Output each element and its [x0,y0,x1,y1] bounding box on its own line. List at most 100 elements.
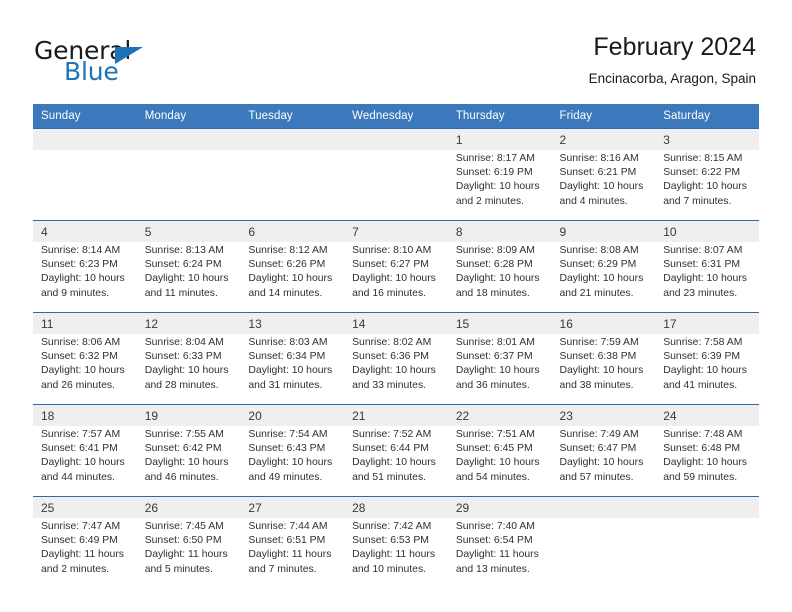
day-cell[interactable]: Sunrise: 7:45 AM Sunset: 6:50 PM Daylight:… [136,518,241,588]
day-number[interactable]: 15 [447,312,552,334]
week-info-row: Sunrise: 8:14 AM Sunset: 6:23 PM Daylight:… [33,242,759,313]
daylight-text-line1: Daylight: 10 hours [352,365,436,377]
day-number[interactable]: 5 [136,220,241,242]
daylight-text-line1: Daylight: 10 hours [248,365,333,377]
daylight-text-line2: and 54 minutes. [455,471,530,483]
day-number[interactable]: 6 [240,220,345,242]
day-number-empty [655,496,759,518]
day-number[interactable]: 4 [33,220,137,242]
day-number[interactable]: 29 [447,496,552,518]
day-number[interactable]: 28 [344,496,448,518]
day-number[interactable]: 25 [33,496,137,518]
day-cell[interactable]: Sunrise: 7:57 AM Sunset: 6:41 PM Daylight:… [33,426,137,497]
day-cell[interactable]: Sunrise: 7:54 AM Sunset: 6:43 PM Daylight:… [240,426,345,497]
day-cell[interactable]: Sunrise: 7:48 AM Sunset: 6:48 PM Daylight:… [655,426,759,497]
day-number[interactable]: 19 [136,404,241,426]
day-details: Sunrise: 7:42 AM Sunset: 6:53 PM Daylight:… [352,520,442,577]
day-details: Sunrise: 7:48 AM Sunset: 6:48 PM Daylight:… [663,428,753,485]
day-cell[interactable]: Sunrise: 8:15 AM Sunset: 6:22 PM Daylight:… [655,150,759,221]
day-cell[interactable]: Sunrise: 8:13 AM Sunset: 6:24 PM Daylight:… [136,242,241,313]
daylight-text-line2: and 57 minutes. [559,471,634,483]
daylight-text-line1: Daylight: 11 hours [455,549,539,561]
day-cell[interactable]: Sunrise: 7:47 AM Sunset: 6:49 PM Daylight:… [33,518,137,588]
day-number[interactable]: 13 [240,312,345,334]
day-number[interactable]: 11 [33,312,137,334]
day-number[interactable]: 16 [551,312,656,334]
daylight-text-line2: and 13 minutes. [455,563,530,575]
day-number[interactable]: 3 [655,128,759,150]
day-cell[interactable]: Sunrise: 8:06 AM Sunset: 6:32 PM Daylight:… [33,334,137,405]
daylight-text-line2: and 49 minutes. [248,471,323,483]
day-cell[interactable]: Sunrise: 7:58 AM Sunset: 6:39 PM Daylight:… [655,334,759,405]
day-number[interactable]: 27 [240,496,345,518]
day-cell[interactable]: Sunrise: 7:55 AM Sunset: 6:42 PM Daylight:… [136,426,241,497]
day-number[interactable]: 14 [344,312,448,334]
daylight-text-line1: Daylight: 10 hours [41,457,125,469]
day-cell[interactable]: Sunrise: 7:59 AM Sunset: 6:38 PM Daylight:… [551,334,656,405]
day-number[interactable]: 24 [655,404,759,426]
day-cell[interactable]: Sunrise: 8:04 AM Sunset: 6:33 PM Daylight:… [136,334,241,405]
daylight-text-line2: and 33 minutes. [352,379,427,391]
daylight-text-line2: and 46 minutes. [144,471,219,483]
day-number[interactable]: 20 [240,404,345,426]
day-details: Sunrise: 8:16 AM Sunset: 6:21 PM Daylight:… [560,152,650,209]
daylight-text-line1: Daylight: 10 hours [455,457,540,469]
weekday-header-thursday: Thursday [447,104,552,129]
day-cell[interactable]: Sunrise: 7:44 AM Sunset: 6:51 PM Daylight:… [240,518,345,588]
sunset-text: Sunset: 6:27 PM [352,259,429,271]
sunset-text: Sunset: 6:54 PM [455,535,533,547]
daylight-text-line2: and 5 minutes. [144,563,213,575]
day-cell[interactable]: Sunrise: 8:14 AM Sunset: 6:23 PM Daylight:… [33,242,137,313]
day-cell[interactable]: Sunrise: 8:02 AM Sunset: 6:36 PM Daylight:… [344,334,448,405]
day-number[interactable]: 22 [447,404,552,426]
day-cell[interactable]: Sunrise: 8:08 AM Sunset: 6:29 PM Daylight:… [551,242,656,313]
sunrise-text: Sunrise: 8:07 AM [663,245,743,256]
daylight-text-line2: and 7 minutes. [248,563,317,575]
daylight-text-line1: Daylight: 10 hours [144,457,229,469]
day-cell[interactable]: Sunrise: 7:52 AM Sunset: 6:44 PM Daylight:… [344,426,448,497]
sunrise-text: Sunrise: 8:04 AM [144,337,224,348]
sunset-text: Sunset: 6:33 PM [144,351,222,363]
weekday-header-friday: Friday [551,104,656,129]
day-cell[interactable]: Sunrise: 8:01 AM Sunset: 6:37 PM Daylight:… [447,334,552,405]
day-number[interactable]: 7 [344,220,448,242]
page-title: February 2024 [593,33,756,61]
day-number[interactable]: 8 [447,220,552,242]
day-cell[interactable]: Sunrise: 8:09 AM Sunset: 6:28 PM Daylight:… [447,242,552,313]
day-number[interactable]: 18 [33,404,137,426]
day-number[interactable]: 1 [447,128,552,150]
general-blue-logo[interactable]: General Blue [34,36,254,88]
sunset-text: Sunset: 6:47 PM [559,443,637,455]
daylight-text-line1: Daylight: 10 hours [352,273,436,285]
day-number[interactable]: 2 [551,128,656,150]
day-number[interactable]: 23 [551,404,656,426]
day-cell[interactable]: Sunrise: 7:40 AM Sunset: 6:54 PM Daylight:… [447,518,552,588]
sunset-text: Sunset: 6:24 PM [144,259,222,271]
day-number[interactable]: 21 [344,404,448,426]
day-number[interactable]: 10 [655,220,759,242]
logo-text-blue: Blue [64,57,119,86]
day-cell[interactable]: Sunrise: 8:10 AM Sunset: 6:27 PM Daylight:… [344,242,448,313]
day-number[interactable]: 26 [136,496,241,518]
day-cell[interactable]: Sunrise: 8:07 AM Sunset: 6:31 PM Daylight:… [655,242,759,313]
day-details: Sunrise: 8:09 AM Sunset: 6:28 PM Daylight:… [456,244,546,301]
day-cell[interactable]: Sunrise: 7:51 AM Sunset: 6:45 PM Daylight:… [447,426,552,497]
day-number[interactable]: 12 [136,312,241,334]
sunrise-text: Sunrise: 7:44 AM [248,521,328,532]
day-number[interactable]: 9 [551,220,656,242]
daylight-text-line2: and 38 minutes. [559,379,634,391]
day-cell[interactable]: Sunrise: 7:49 AM Sunset: 6:47 PM Daylight:… [551,426,656,497]
calendar-page: General Blue February 2024 Encinacorba, … [0,0,792,612]
day-cell[interactable]: Sunrise: 8:16 AM Sunset: 6:21 PM Daylight:… [551,150,656,221]
day-cell[interactable]: Sunrise: 8:03 AM Sunset: 6:34 PM Daylight:… [240,334,345,405]
day-cell[interactable]: Sunrise: 8:12 AM Sunset: 6:26 PM Daylight:… [240,242,345,313]
sunrise-text: Sunrise: 8:17 AM [455,153,535,164]
day-cell-empty [344,150,448,221]
sunrise-text: Sunrise: 7:45 AM [144,521,224,532]
day-details: Sunrise: 7:44 AM Sunset: 6:51 PM Daylight:… [248,520,338,577]
day-cell[interactable]: Sunrise: 7:42 AM Sunset: 6:53 PM Daylight:… [344,518,448,588]
weekday-header-tuesday: Tuesday [240,104,345,129]
day-number[interactable]: 17 [655,312,759,334]
day-cell[interactable]: Sunrise: 8:17 AM Sunset: 6:19 PM Daylight:… [447,150,552,221]
daylight-text-line1: Daylight: 10 hours [41,273,125,285]
